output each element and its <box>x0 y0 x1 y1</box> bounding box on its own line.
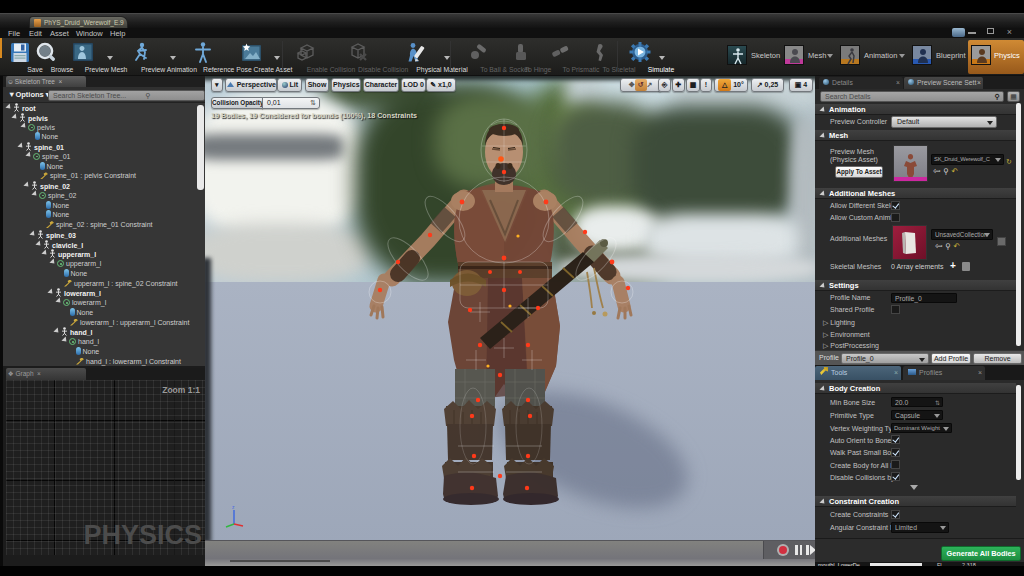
svg-text:z: z <box>232 504 235 510</box>
